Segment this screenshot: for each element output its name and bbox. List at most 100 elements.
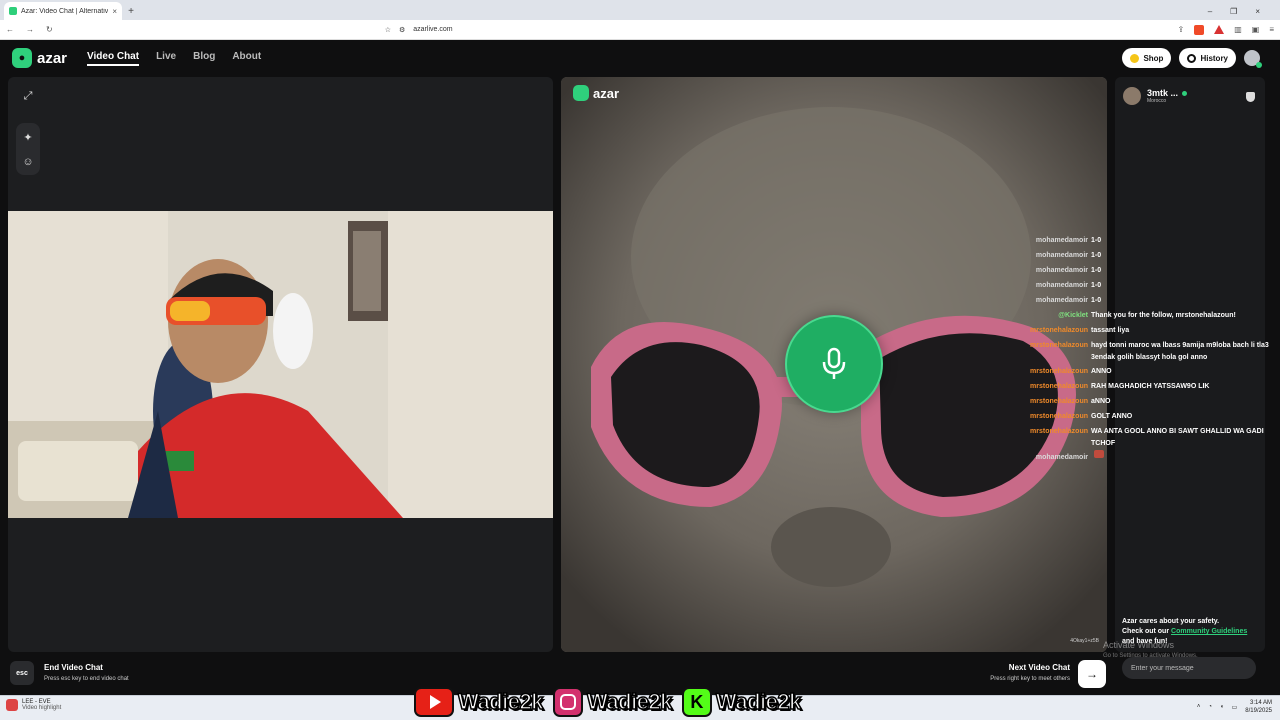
message-input[interactable]: Enter your message	[1122, 657, 1256, 679]
chat-text: tassant liya	[1091, 327, 1130, 334]
self-camera-feed	[8, 211, 553, 518]
chat-text: 1-0	[1091, 267, 1102, 274]
chat-message: mrstonehalazoun aNNO	[1018, 394, 1280, 409]
shop-button[interactable]: Shop	[1122, 48, 1172, 68]
end-chat-key-button[interactable]: esc	[10, 661, 34, 685]
chat-username: mrstonehalazoun	[1030, 413, 1088, 420]
browser-tab[interactable]: Azar: Video Chat | Alternativ ×	[4, 2, 122, 20]
chat-text: hayd tonni maroc wa lbass 9amija m9loba …	[1091, 342, 1269, 361]
chat-message: mohamedamoir 1-0	[1018, 248, 1280, 263]
youtube-icon	[414, 687, 454, 717]
minimize-button[interactable]: –	[1208, 7, 1212, 16]
chat-text: 1-0	[1091, 282, 1102, 289]
warning-icon[interactable]	[1214, 24, 1225, 34]
chat-username: mohamedamoir	[1035, 297, 1088, 304]
media-subtitle: Video highlight	[22, 705, 62, 711]
chevron-up-icon[interactable]: ˄	[1197, 704, 1201, 710]
reload-icon[interactable]: ↻	[46, 25, 53, 34]
azar-watermark: azar	[573, 85, 619, 101]
partner-name: 3mtk ...	[1147, 88, 1179, 98]
partner-profile[interactable]: 3mtk ... Morocco	[1123, 87, 1188, 105]
microphone-icon	[822, 347, 846, 379]
watermark-text: azar	[593, 85, 620, 101]
url-text: azarlive.com	[413, 26, 453, 33]
chat-message: @Kicklet Thank you for the follow, mrston…	[1018, 308, 1280, 323]
chat-username: mrstonehalazoun	[1030, 383, 1088, 390]
effects-toolbar: ✦ ☺	[16, 123, 40, 175]
back-icon[interactable]: ←	[6, 25, 14, 34]
end-video-chat-title[interactable]: End Video Chat	[44, 663, 103, 672]
bookmark-icon[interactable]: ☆	[385, 26, 391, 34]
clock[interactable]: 3:14 AM 8/19/2025	[1245, 699, 1272, 715]
share-icon[interactable]: ⇪	[1178, 25, 1185, 35]
site-info-icon[interactable]: ⚙	[399, 26, 405, 34]
clock-date: 8/19/2025	[1245, 708, 1272, 714]
chat-message: mohamedamoir 1-0	[1018, 263, 1280, 278]
close-tab-icon[interactable]: ×	[112, 7, 117, 16]
next-video-chat-title[interactable]: Next Video Chat	[960, 663, 1070, 672]
sparkle-filter-icon[interactable]: ✦	[17, 126, 39, 148]
brave-shield-icon[interactable]	[1194, 24, 1205, 35]
chat-username: mrstonehalazoun	[1030, 428, 1088, 435]
sidebar-icon[interactable]: ▥	[1234, 25, 1242, 35]
instagram-icon	[552, 687, 583, 717]
chat-username: @Kicklet	[1058, 312, 1088, 319]
nav-video-chat[interactable]: Video Chat	[87, 51, 140, 66]
self-camera-image	[8, 211, 553, 518]
media-icon	[6, 699, 18, 711]
clock-icon	[1187, 53, 1197, 63]
kick-handle: K Wadie2k	[681, 687, 802, 717]
battery-icon[interactable]: ▭	[1232, 704, 1238, 711]
safety-prefix: Check out our	[1122, 628, 1172, 635]
social-handles-overlay: Wadie2k Wadie2k K Wadie2k	[414, 687, 802, 717]
chat-text: WA ANTA GOOL ANNO BI SAWT GHALLID WA GAD…	[1091, 428, 1264, 447]
wallet-icon[interactable]: ▣	[1252, 25, 1260, 35]
forward-icon[interactable]: →	[26, 25, 34, 34]
nav-blog[interactable]: Blog	[193, 51, 215, 66]
close-window-button[interactable]: ×	[1255, 7, 1260, 16]
chat-message: mrstonehalazoun WA ANTA GOOL ANNO BI SAWT…	[1018, 424, 1280, 450]
chat-text: ANNO	[1091, 368, 1112, 375]
volume-icon[interactable]: ◖	[1220, 704, 1224, 710]
wifi-icon[interactable]: ◔	[1208, 704, 1212, 710]
partner-country: Morocco	[1147, 98, 1167, 104]
chat-message: mrstonehalazoun hayd tonni maroc wa lbass…	[1018, 338, 1280, 364]
menu-icon[interactable]: ≡	[1269, 25, 1274, 35]
end-video-chat-hint: Press esc key to end video chat	[44, 676, 129, 682]
media-widget[interactable]: LEE - EVE Video highlight	[6, 699, 61, 711]
report-shield-icon[interactable]	[1246, 92, 1255, 102]
tab-title: Azar: Video Chat | Alternativ	[21, 7, 109, 15]
emote-icon	[1094, 450, 1104, 458]
chat-text: aNNO	[1091, 398, 1111, 405]
gem-icon	[1130, 53, 1140, 63]
chat-text: Thank you for the follow, mrstonehalazou…	[1091, 312, 1236, 319]
next-chat-arrow-button[interactable]: →	[1078, 660, 1106, 688]
clock-time: 3:14 AM	[1249, 700, 1272, 706]
community-guidelines-link[interactable]: Community Guidelines	[1171, 628, 1247, 635]
youtube-handle-text: Wadie2k	[457, 688, 544, 715]
chat-text: RAH MAGHADICH YATSSAW9O LIK	[1091, 383, 1210, 390]
safety-line1: Azar cares about your safety.	[1122, 618, 1220, 625]
azar-logo[interactable]: ● azar	[12, 48, 67, 68]
chat-username: mrstonehalazoun	[1030, 398, 1088, 405]
chat-text: 1-0	[1091, 297, 1102, 304]
history-button[interactable]: History	[1179, 48, 1236, 68]
microphone-button[interactable]	[785, 315, 883, 413]
nav-about[interactable]: About	[232, 51, 261, 66]
instagram-handle-text: Wadie2k	[586, 688, 673, 715]
maximize-button[interactable]: ❐	[1230, 7, 1237, 16]
sticker-icon[interactable]: ☺	[17, 151, 39, 173]
history-label: History	[1200, 53, 1228, 63]
nav-live[interactable]: Live	[156, 51, 176, 66]
expand-icon[interactable]: ⤢	[17, 85, 39, 107]
next-video-chat-hint: Press right key to meet others	[990, 676, 1070, 682]
new-tab-button[interactable]: +	[122, 2, 140, 20]
chat-message: mohamedamoir 1-0	[1018, 278, 1280, 293]
stream-code: 4Okay1+z5B	[1070, 638, 1099, 644]
browser-tabbar: Azar: Video Chat | Alternativ × + – ❐ ×	[0, 0, 1280, 20]
online-status-icon	[1182, 90, 1188, 96]
url-field[interactable]: ☆ ⚙ azarlive.com	[385, 23, 945, 37]
azar-logo-icon: ●	[12, 48, 32, 68]
chat-message: mrstonehalazoun GOLT ANNO	[1018, 409, 1280, 424]
profile-avatar-icon[interactable]	[1244, 50, 1262, 68]
